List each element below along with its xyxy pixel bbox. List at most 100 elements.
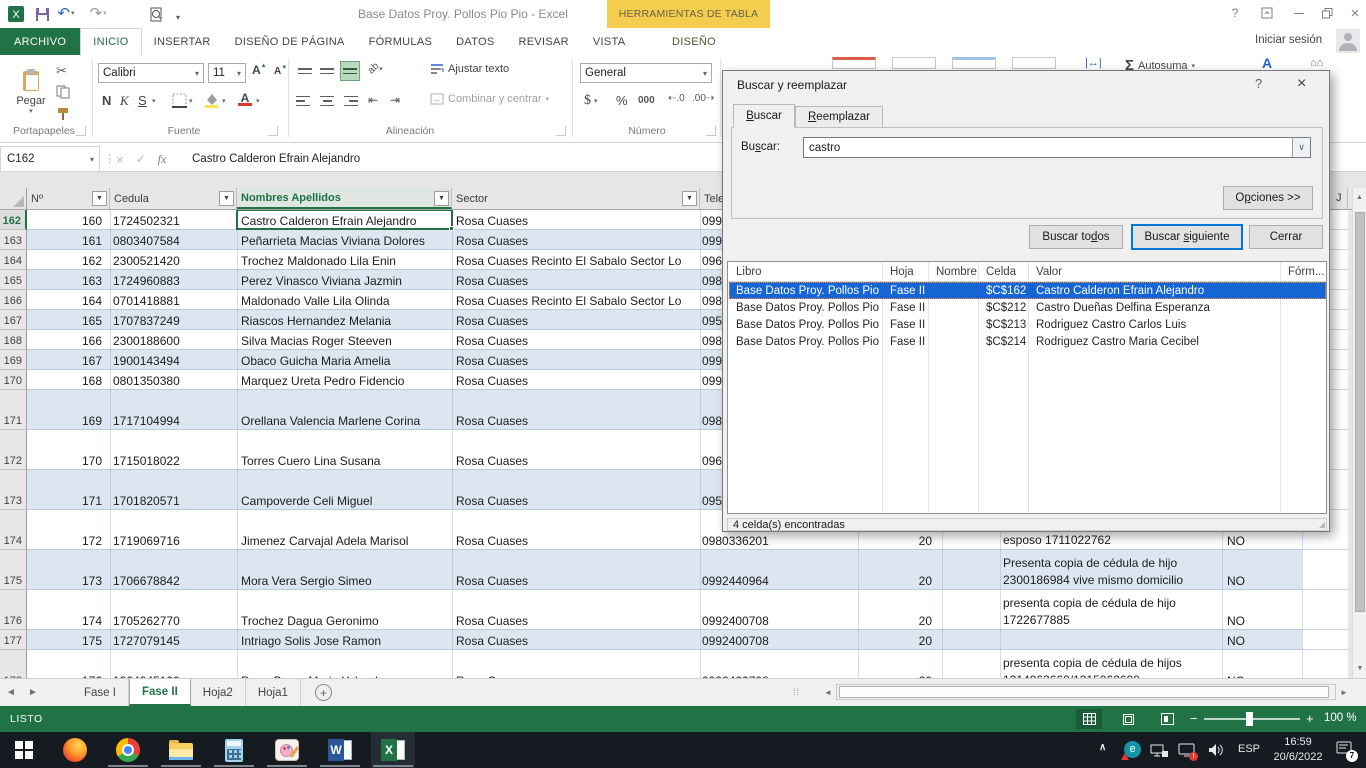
table-style-thumbnail[interactable] <box>832 57 876 69</box>
cell-telefono[interactable]: 0992400708 <box>700 650 858 678</box>
filter-icon[interactable]: ▼ <box>434 191 449 206</box>
underline-button[interactable]: S <box>138 93 147 108</box>
cut-icon[interactable]: ✂ <box>56 63 67 79</box>
dialog-help-icon[interactable]: ? <box>1255 76 1262 91</box>
hscroll-left-icon[interactable]: ◄ <box>820 688 836 697</box>
cell-numero[interactable]: 163 <box>27 270 110 290</box>
word-icon[interactable]: W <box>318 732 362 768</box>
tray-expand-icon[interactable]: ∧ <box>1099 742 1106 753</box>
result-cell[interactable]: $C$214 <box>982 333 1028 350</box>
clipboard-dialog-launcher[interactable] <box>76 126 86 136</box>
increase-decimal-icon[interactable]: ⇠.0 <box>668 93 685 104</box>
column-header-sector[interactable]: Sector <box>452 188 700 209</box>
start-button[interactable] <box>0 732 48 768</box>
cell-cedula[interactable]: 0803407584 <box>110 230 237 250</box>
tab-datos[interactable]: DATOS <box>444 28 506 55</box>
cell-sector[interactable]: Rosa Cuases <box>452 210 700 230</box>
page-layout-view-icon[interactable] <box>1115 709 1141 729</box>
number-format-select[interactable]: General▾ <box>580 63 712 83</box>
font-dialog-launcher[interactable] <box>268 126 278 136</box>
increase-indent-icon[interactable]: ⇥ <box>390 93 400 107</box>
table-row[interactable]: 1741705262770Trochez Dagua GeronimoRosa … <box>0 590 1348 630</box>
result-cell[interactable]: Rodriguez Castro Maria Cecibel <box>1032 333 1280 350</box>
filter-icon[interactable]: ▼ <box>92 191 107 206</box>
wrap-text-button[interactable]: Ajustar texto <box>430 63 509 75</box>
cell-cedula[interactable]: 1715018022 <box>110 430 237 470</box>
merge-center-button[interactable]: ↔ Combinar y centrar▾ <box>430 93 549 105</box>
paste-button[interactable]: Pegar ▾ <box>10 61 52 123</box>
alignment-dialog-launcher[interactable] <box>556 126 566 136</box>
cell-sector[interactable]: Rosa Cuases Recinto El Sabalo Sector Lo <box>452 250 700 270</box>
cell-numero[interactable]: 176 <box>27 650 110 678</box>
search-input[interactable]: castro ∨ <box>803 137 1311 158</box>
sheet-tab-hoja2[interactable]: Hoja2 <box>191 679 246 706</box>
cell-cedula[interactable]: 1900143494 <box>110 350 237 370</box>
sheet-nav-left-icon[interactable]: ◄ <box>0 687 22 698</box>
enter-entry-icon[interactable]: ✓ <box>136 152 146 166</box>
zoom-level[interactable]: 100 % <box>1324 712 1357 724</box>
table-row[interactable]: 1751727079145Intriago Solis Jose RamonRo… <box>0 630 1348 650</box>
horizontal-scroll-thumb[interactable] <box>839 686 1329 698</box>
cell-sector[interactable]: Rosa Cuases <box>452 330 700 350</box>
copy-icon[interactable] <box>56 85 70 99</box>
align-left-icon[interactable] <box>296 93 314 109</box>
language-indicator[interactable]: ESP <box>1238 743 1260 755</box>
cell-telefono[interactable]: 0992400708 <box>700 590 858 630</box>
result-cell[interactable]: $C$213 <box>982 316 1028 333</box>
result-cell[interactable]: $C$212 <box>982 299 1028 316</box>
cell-sector[interactable]: Rosa Cuases Recinto El Sabalo Sector Lo <box>452 290 700 310</box>
result-cell[interactable]: Base Datos Proy. Pollos Pio Pio.xlsx <box>732 299 882 316</box>
insert-function-icon[interactable]: fx <box>158 152 167 167</box>
horizontal-scrollbar[interactable]: ◄ ► <box>820 683 1352 701</box>
cell-numero[interactable]: 166 <box>27 330 110 350</box>
cell-nombres[interactable]: Maldonado Valle Lila Olinda <box>237 290 452 310</box>
table-row[interactable]: 1731706678842Mora Vera Sergio SimeoRosa … <box>0 550 1348 590</box>
notification-center-icon[interactable]: 7 <box>1336 741 1353 759</box>
tab-dise-o-de-p-gina[interactable]: DISEÑO DE PÁGINA <box>223 28 357 55</box>
undo-icon[interactable]: ↶▾ <box>56 3 76 23</box>
result-cell[interactable]: Base Datos Proy. Pollos Pio Pio.xlsx <box>732 316 882 333</box>
cell-nombres[interactable]: Trochez Dagua Geronimo <box>237 590 452 630</box>
cell-sector[interactable]: Rosa Cuases <box>452 350 700 370</box>
results-header-hoja[interactable]: Hoja <box>886 262 928 282</box>
row-header[interactable]: 174 <box>0 510 27 550</box>
cell-cantidad[interactable]: 20 <box>858 630 942 650</box>
column-header-nombres-apellidos[interactable]: Nombres Apellidos <box>237 188 452 209</box>
bold-button[interactable]: N <box>102 93 111 108</box>
percent-format-icon[interactable]: % <box>616 93 628 108</box>
result-cell[interactable] <box>932 299 978 316</box>
cell-flag[interactable]: NO <box>1222 590 1302 630</box>
cell-numero[interactable]: 167 <box>27 350 110 370</box>
eset-tray-icon[interactable]: e <box>1124 741 1141 758</box>
new-sheet-button[interactable]: + <box>315 684 332 701</box>
align-top-icon[interactable] <box>296 63 314 79</box>
cell-nombres[interactable]: Torres Cuero Lina Susana <box>237 430 452 470</box>
options-button[interactable]: Opciones >> <box>1223 186 1313 210</box>
decrease-indent-icon[interactable]: ⇤ <box>368 93 378 107</box>
result-cell[interactable]: Castro Dueñas Delfina Esperanza <box>1032 299 1280 316</box>
find-all-button[interactable]: Buscar todos <box>1029 225 1123 249</box>
chrome-icon[interactable] <box>106 732 150 768</box>
result-cell[interactable]: Rodriguez Castro Carlos Luis <box>1032 316 1280 333</box>
table-style-thumbnail[interactable] <box>1012 57 1056 69</box>
cell-nombres[interactable]: Jimenez Carvajal Adela Marisol <box>237 510 452 550</box>
result-cell[interactable] <box>932 316 978 333</box>
cell-nombres[interactable]: Riascos Hernandez Melania <box>237 310 452 330</box>
result-cell[interactable]: Base Datos Proy. Pollos Pio Pio.xlsx <box>732 282 882 299</box>
cell-cedula[interactable]: 1705262770 <box>110 590 237 630</box>
align-center-icon[interactable] <box>318 93 336 109</box>
cell-observaciones[interactable]: presenta copia de cédula de hijo17226778… <box>1000 590 1222 630</box>
cell-sector[interactable]: Rosa Cuases <box>452 390 700 430</box>
result-cell[interactable]: Fase II <box>886 316 928 333</box>
number-dialog-launcher[interactable] <box>706 126 716 136</box>
borders-icon[interactable]: ▾ <box>172 93 193 108</box>
vertical-scroll-thumb[interactable] <box>1355 212 1365 612</box>
clock[interactable]: 16:5920/6/2022 <box>1270 735 1326 765</box>
scroll-down-icon[interactable]: ▼ <box>1353 660 1366 676</box>
row-header[interactable]: 166 <box>0 290 27 310</box>
cell-nombres[interactable]: Obaco Guicha Maria Amelia <box>237 350 452 370</box>
cell-cedula[interactable]: 1724960883 <box>110 270 237 290</box>
italic-button[interactable]: K <box>120 93 129 109</box>
row-header[interactable]: 163 <box>0 230 27 250</box>
cell-sector[interactable]: Rosa Cuases <box>452 310 700 330</box>
